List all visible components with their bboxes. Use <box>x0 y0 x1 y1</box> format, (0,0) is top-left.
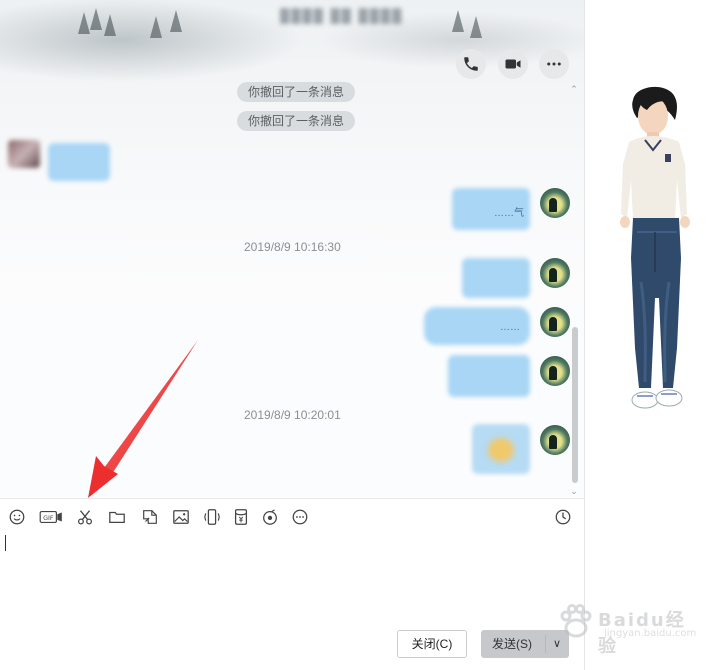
recall-notice: 你撤回了一条消息 <box>237 111 356 131</box>
recall-notice: 你撤回了一条消息 <box>237 82 356 102</box>
scrollbar-thumb[interactable] <box>572 327 578 483</box>
user-avatar[interactable] <box>540 425 570 455</box>
user-avatar[interactable] <box>540 188 570 218</box>
send-divider <box>545 635 546 653</box>
chat-panel: ████ ██ ████ 你撤回了一条消息 你撤回了一条消息 ……气 2019/… <box>0 0 584 670</box>
tree-decoration <box>78 12 90 34</box>
more-options-button[interactable] <box>539 49 569 79</box>
input-toolbar: GIF <box>0 498 584 535</box>
text-caret <box>5 535 6 551</box>
send-picture-button[interactable] <box>170 507 192 527</box>
tree-decoration <box>452 10 464 32</box>
music-share-button[interactable] <box>259 507 281 527</box>
window-title: ████ ██ ████ <box>280 8 404 23</box>
folder-icon <box>109 511 125 524</box>
picture-icon <box>173 510 189 524</box>
tree-decoration <box>90 8 102 30</box>
shake-window-button[interactable] <box>201 507 223 527</box>
video-icon <box>505 59 521 69</box>
message-timestamp: 2019/8/9 10:16:30 <box>244 240 341 254</box>
more-icon <box>547 62 561 66</box>
watermark-url: jingyan.baidu.com <box>604 628 697 639</box>
tree-decoration <box>470 16 482 38</box>
baidu-watermark: Baidu经验 jingyan.baidu.com <box>556 600 697 657</box>
message-timestamp: 2019/8/9 10:20:01 <box>244 408 341 422</box>
send-label: 发送(S) <box>492 637 532 651</box>
image-edit-icon <box>143 510 157 524</box>
more-tools-button[interactable] <box>289 507 311 527</box>
voice-call-button[interactable] <box>456 49 486 79</box>
avatar-show-figure[interactable] <box>611 82 701 417</box>
image-edit-button[interactable] <box>139 507 161 527</box>
contact-avatar[interactable] <box>8 140 40 168</box>
emoji-button[interactable] <box>6 507 28 527</box>
shake-window-icon <box>204 509 220 525</box>
close-button[interactable]: 关闭(C) <box>397 630 467 658</box>
more-dots-icon <box>292 509 308 525</box>
user-avatar[interactable] <box>540 258 570 288</box>
tree-decoration <box>104 14 116 36</box>
gif-icon: GIF <box>39 511 62 523</box>
tree-decoration <box>170 10 182 32</box>
video-call-button[interactable] <box>498 49 528 79</box>
screenshot-scissors-icon <box>77 510 93 525</box>
emoji-icon <box>9 509 25 525</box>
contact-show-panel <box>584 0 721 670</box>
paw-logo-icon <box>560 604 592 638</box>
send-file-button[interactable] <box>106 507 128 527</box>
gif-button[interactable]: GIF <box>38 507 64 527</box>
message-history-button[interactable] <box>552 507 574 527</box>
message-text: …… <box>500 322 520 333</box>
user-avatar[interactable] <box>540 307 570 337</box>
user-avatar[interactable] <box>540 356 570 386</box>
svg-text:GIF: GIF <box>43 515 54 522</box>
screenshot-button[interactable] <box>74 507 96 527</box>
music-icon <box>263 509 277 525</box>
sticker-image <box>488 438 514 462</box>
history-clock-icon <box>555 509 571 525</box>
red-packet-icon <box>234 509 248 525</box>
tree-decoration <box>150 16 162 38</box>
phone-icon <box>464 57 478 71</box>
red-packet-button[interactable] <box>230 507 252 527</box>
scroll-down-arrow[interactable]: ⌄ <box>569 486 579 496</box>
outgoing-message-bubble[interactable] <box>448 355 530 397</box>
message-text: ……气 <box>494 208 524 219</box>
outgoing-message-bubble[interactable] <box>462 258 530 298</box>
incoming-message-bubble[interactable] <box>48 143 110 181</box>
